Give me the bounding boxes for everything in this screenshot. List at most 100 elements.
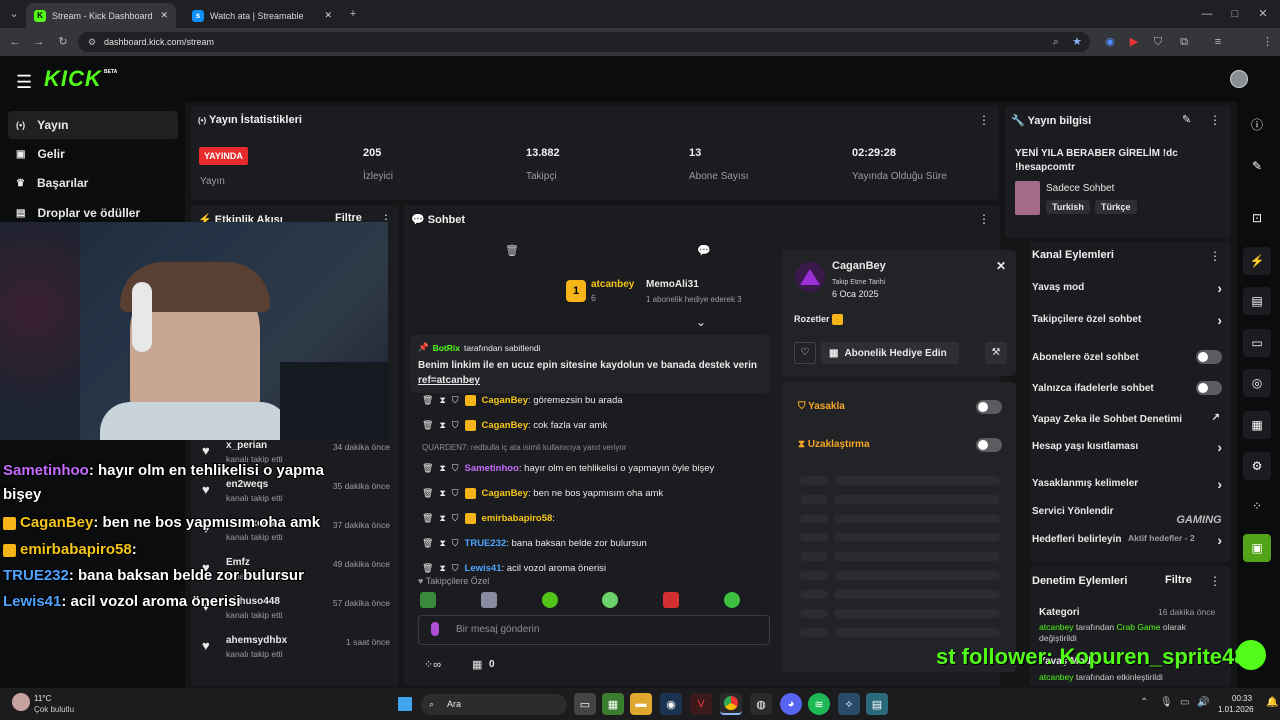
ban-icon[interactable]: ⛉ xyxy=(452,395,459,406)
timeout-icon[interactable]: ⧗ xyxy=(439,420,445,431)
gift-subscription-button[interactable]: ▦ Abonelik Hediye Edin xyxy=(821,342,959,364)
action-toggle[interactable] xyxy=(1196,350,1222,364)
weather-text[interactable]: Çok bulutlu xyxy=(34,705,74,714)
chat-menu-icon[interactable]: ⋮ xyxy=(978,212,990,226)
chat-username[interactable]: emirbabapiro58 xyxy=(482,513,553,524)
chat-username[interactable]: CaganBey xyxy=(482,395,528,406)
broadcast-icon[interactable]: ◎ xyxy=(1243,369,1271,397)
browser-tab-kick[interactable]: K Stream - Kick Dashboard ✕ xyxy=(26,3,176,28)
tag-chip[interactable]: Türkçe xyxy=(1095,200,1137,214)
minimize-icon[interactable]: — xyxy=(1200,8,1214,20)
emote-picker-icon[interactable] xyxy=(431,622,439,636)
collapse-icon[interactable]: ⌄ xyxy=(696,315,706,329)
mic-icon[interactable]: 🎙 xyxy=(1160,697,1173,708)
emote-icon[interactable] xyxy=(480,592,497,608)
extension-icon[interactable]: ◉ xyxy=(1104,36,1116,48)
sidebar-item-gelir[interactable]: ▣ Gelir xyxy=(8,140,178,168)
discord-icon[interactable]: ◕ xyxy=(780,693,802,715)
channel-action-item[interactable]: Yapay Zeka ile Sohbet Denetimi ↗ xyxy=(1032,412,1228,434)
activity-user[interactable]: x_perian xyxy=(226,440,267,451)
file-explorer-icon[interactable]: ▬ xyxy=(630,693,652,715)
delete-icon[interactable]: 🗑 xyxy=(422,420,433,431)
sidebar-item-basarilar[interactable]: ♛ Başarılar xyxy=(8,169,178,197)
delete-icon[interactable]: 🗑 xyxy=(422,563,433,574)
timeout-icon[interactable]: ⧗ xyxy=(439,538,445,549)
menu-dots-icon[interactable]: ⋮ xyxy=(1262,36,1273,48)
network-icon[interactable]: ▭ xyxy=(1180,697,1189,708)
clipboard-icon[interactable]: ▤ xyxy=(1243,287,1271,315)
chat-username[interactable]: Lewis41 xyxy=(465,563,502,574)
delete-icon[interactable]: 🗑 xyxy=(422,463,433,474)
back-icon[interactable]: ← xyxy=(8,36,22,48)
mod-actions-menu-icon[interactable]: ⋮ xyxy=(1209,574,1221,588)
windows-start-icon[interactable] xyxy=(394,693,416,715)
site-info-icon[interactable]: ⚙ xyxy=(86,36,98,48)
ban-icon[interactable]: ⛉ xyxy=(452,420,459,431)
channel-action-item[interactable]: Yavaş mod › xyxy=(1032,280,1228,302)
emote-icon[interactable] xyxy=(663,592,680,608)
new-tab-icon[interactable]: + xyxy=(346,8,360,20)
taskbar-search[interactable]: ⌕ Ara xyxy=(421,694,567,715)
user-avatar[interactable] xyxy=(1230,70,1248,88)
browser-tab-streamable[interactable]: s Watch ata | Streamable ✕ xyxy=(184,3,340,28)
infinity-icon[interactable]: ⁘∞ xyxy=(424,658,441,671)
chrome-icon[interactable] xyxy=(720,693,742,715)
timeout-icon[interactable]: ⧗ xyxy=(439,513,445,524)
action-toggle[interactable] xyxy=(1196,381,1222,395)
minecraft-icon[interactable]: ▦ xyxy=(602,693,624,715)
edit-icon[interactable]: ✎ xyxy=(1182,113,1191,126)
info-icon[interactable]: ⓘ xyxy=(1243,110,1271,138)
valorant-icon[interactable]: V xyxy=(690,693,712,715)
ban-icon[interactable]: ⛉ xyxy=(452,463,459,474)
sidebar-item-yayin[interactable]: (•) Yayın xyxy=(8,111,178,139)
activity-user[interactable]: ahemsydhbx xyxy=(226,635,287,646)
mod-action-user[interactable]: atcanbey xyxy=(1039,672,1074,682)
mod-actions-filter-button[interactable]: Filtre xyxy=(1165,574,1192,586)
youtube-extension-icon[interactable]: ▶ xyxy=(1128,36,1140,48)
lightning-icon[interactable]: ⚡ xyxy=(1243,247,1271,275)
chat-settings-icon[interactable]: 💬 xyxy=(697,244,711,257)
chat-username[interactable]: Sametinhoo xyxy=(465,463,519,474)
steam-icon[interactable]: ◉ xyxy=(660,693,682,715)
tray-chevron-icon[interactable]: ⌃ xyxy=(1140,697,1148,708)
channel-action-item[interactable]: Takipçilere özel sohbet › xyxy=(1032,312,1228,334)
extension-app-icon[interactable]: ▣ xyxy=(1243,534,1271,562)
channel-action-item[interactable]: Hesap yaşı kısıtlaması › xyxy=(1032,439,1228,461)
tab-search-icon[interactable]: ⌄ xyxy=(6,8,22,20)
wrench-icon[interactable]: ⚙ xyxy=(1243,452,1271,480)
delete-icon[interactable]: 🗑 xyxy=(422,513,433,524)
channel-action-item[interactable]: Hedefleri belirleyin Aktif hedefler - 2 › xyxy=(1032,532,1228,554)
ban-toggle[interactable] xyxy=(976,400,1002,414)
channel-action-item[interactable]: Abonelere özel sohbet xyxy=(1032,350,1228,372)
emote-icon[interactable] xyxy=(541,592,558,608)
ban-icon[interactable]: ⛉ xyxy=(452,563,459,574)
stream-info-menu-icon[interactable]: ⋮ xyxy=(1209,113,1221,127)
pinned-link[interactable]: ref=atcanbey xyxy=(418,375,480,386)
app-icon[interactable]: ✧ xyxy=(838,693,860,715)
follow-heart-button[interactable]: ♡ xyxy=(794,342,816,364)
second-gifter-name[interactable]: MemoAli31 xyxy=(646,279,699,290)
url-field[interactable]: dashboard.kick.com/stream xyxy=(78,32,1090,52)
chat-icon[interactable]: ▭ xyxy=(1243,329,1271,357)
focus-icon[interactable]: ⊡ xyxy=(1243,204,1271,232)
maximize-icon[interactable]: □ xyxy=(1228,8,1242,20)
notification-bell-icon[interactable]: 🔔 xyxy=(1266,697,1278,708)
ban-icon[interactable]: ⛉ xyxy=(452,538,459,549)
delete-icon[interactable]: 🗑 xyxy=(422,488,433,499)
category-thumbnail[interactable] xyxy=(1015,181,1040,215)
gift-icon[interactable]: ▦ xyxy=(472,658,482,671)
channel-action-item[interactable]: Yalnızca ifadelerle sohbet xyxy=(1032,381,1228,403)
chat-username[interactable]: TRUE232 xyxy=(465,538,507,549)
zoom-icon[interactable]: ⌕ xyxy=(1050,36,1062,48)
timeout-icon[interactable]: ⧗ xyxy=(439,395,445,406)
taskbar-date[interactable]: 1.01.2026 xyxy=(1218,705,1254,714)
bookmark-star-icon[interactable]: ★ xyxy=(1071,36,1083,48)
mod-action-user[interactable]: atcanbey xyxy=(1039,622,1074,632)
top-gifter-name[interactable]: atcanbey xyxy=(591,279,634,290)
task-view-icon[interactable]: ▭ xyxy=(574,693,596,715)
channel-actions-menu-icon[interactable]: ⋮ xyxy=(1209,249,1221,263)
mod-tools-button[interactable]: ⚒ xyxy=(985,342,1007,364)
taskbar-time[interactable]: 00:33 xyxy=(1232,694,1252,703)
volume-icon[interactable]: 🔊 xyxy=(1197,697,1209,708)
pinned-by[interactable]: BotRix xyxy=(433,343,460,353)
